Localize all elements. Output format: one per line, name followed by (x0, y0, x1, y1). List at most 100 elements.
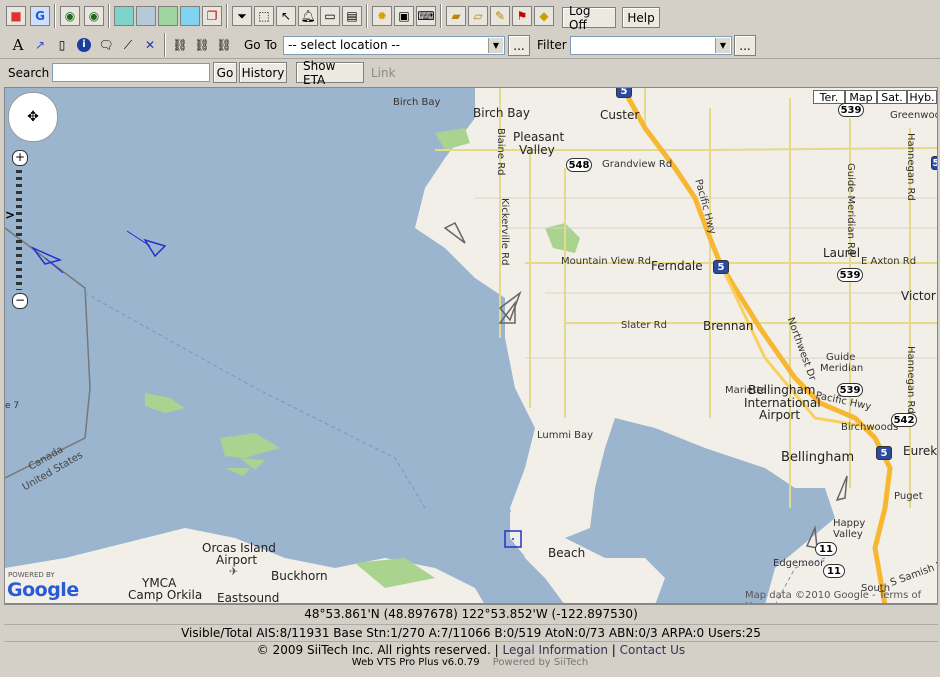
cursor-coordinates: 48°53.861'N (48.897678) 122°53.852'W (-1… (304, 607, 638, 621)
google-map-icon[interactable]: G (30, 6, 50, 26)
link-label[interactable]: Link (371, 66, 396, 80)
map-label: Eastsound (217, 591, 280, 604)
map-label: Lummi Bay (537, 430, 594, 441)
map-label: Slater Rd (621, 320, 667, 331)
map-label: Pleasant (513, 130, 565, 144)
search-input[interactable] (52, 63, 210, 82)
map-label: Birch Bay (393, 97, 441, 108)
link-3-icon[interactable]: ⛓ (214, 35, 234, 55)
map-type-hybrid[interactable]: Hyb. (907, 90, 937, 104)
map-label: Happy (833, 518, 866, 529)
device-icon[interactable]: ▯ (52, 35, 72, 55)
google-logo: Google (7, 579, 79, 601)
report-icon[interactable]: ▤ (342, 6, 362, 26)
chevron-down-icon[interactable]: ▼ (715, 38, 730, 53)
zoom-out-icon[interactable]: − (12, 293, 28, 309)
interstate-5-shield: 5 (713, 260, 729, 274)
history-button[interactable]: History (239, 62, 287, 83)
highway-11-shield: 11 (815, 542, 837, 556)
map-label: Greenwood (890, 110, 937, 121)
map-label: Bellingham (748, 383, 816, 397)
legal-information-link[interactable]: Legal Information (503, 643, 608, 657)
windows-overlap-icon[interactable]: ❐ (202, 6, 222, 26)
filter-icon[interactable]: ⏷ (232, 6, 252, 26)
status-panel: 48°53.861'N (48.897678) 122°53.852'W (-1… (4, 604, 938, 657)
pointer-icon[interactable]: ↖ (276, 6, 296, 26)
monitor-icon[interactable]: ▭ (320, 6, 340, 26)
goto-label: Go To (244, 38, 278, 52)
message-icon[interactable]: 🗨︎ (96, 35, 116, 55)
map-label: Custer (600, 108, 640, 122)
pan-arrows-icon[interactable]: ✥ (27, 109, 39, 125)
map-label: Guide (826, 352, 856, 363)
stack-icon[interactable]: ▣ (394, 6, 414, 26)
layer-1-icon[interactable] (114, 6, 134, 26)
map-label: Victor (901, 289, 936, 303)
goto-select[interactable]: -- select location -- ▼ (283, 36, 505, 55)
highway-11-shield: 11 (823, 564, 845, 578)
map-label: Grandview Rd (602, 159, 673, 170)
vessel-own-2[interactable] (126, 230, 167, 258)
map-label: Brennan (703, 319, 754, 333)
filter-more-button[interactable]: ... (734, 35, 756, 56)
main-toolbar: ■ G ◉ ◉ ❐ ⏷ ⬚ ↖ 🔔︎ ▭ ▤ ✹ ▣ ⌨ ▰ ▱ ✎ ⚑ ◆ L… (0, 0, 940, 33)
map-label: Eureka (903, 444, 937, 458)
link-2-icon[interactable]: ⛓ (192, 35, 212, 55)
layer-3-icon[interactable] (158, 6, 178, 26)
info-icon[interactable]: i (74, 35, 94, 55)
globe-2-icon[interactable]: ◉ (84, 6, 104, 26)
chevron-down-icon[interactable]: ▼ (488, 38, 503, 53)
map-label: Valley (833, 529, 863, 540)
map-type-map[interactable]: Map (845, 90, 877, 104)
text-tool-icon[interactable]: A (8, 35, 28, 55)
map-label: Buckhorn (271, 569, 328, 583)
map-label: Edgemoor (773, 558, 825, 569)
light-icon[interactable]: ✹ (372, 6, 392, 26)
select-area-icon[interactable]: ⬚ (254, 6, 274, 26)
map-label: Birchwoods (841, 422, 899, 433)
pencil-folder-icon[interactable]: ✎ (490, 6, 510, 26)
globe-1-icon[interactable]: ◉ (60, 6, 80, 26)
warning-icon[interactable]: ◆ (534, 6, 554, 26)
cross-icon[interactable]: ✕ (140, 35, 160, 55)
zoom-slider[interactable] (16, 170, 22, 290)
map-label: Airport (759, 408, 801, 422)
filter-select[interactable]: ▼ (570, 36, 732, 55)
map-label: Hannegan Rd (905, 346, 916, 414)
map-label: Beach (548, 546, 586, 560)
map-type-satellite[interactable]: Sat. (877, 90, 907, 104)
measure-icon[interactable]: ⟋ (118, 35, 138, 55)
map-label: Hannegan Rd (905, 133, 916, 201)
folder-open-icon[interactable]: ▰ (446, 6, 466, 26)
zoom-in-icon[interactable]: + (12, 150, 28, 166)
ferry-route (84, 292, 426, 509)
interstate-5-shield: 5 (931, 156, 937, 170)
layer-2-icon[interactable] (136, 6, 156, 26)
route-tool-icon[interactable]: ↗ (30, 35, 50, 55)
map-label: e 7 (5, 401, 20, 411)
help-button[interactable]: Help (622, 7, 660, 28)
highway-539-shield: 539 (837, 268, 863, 282)
map-label: Camp Orkila (128, 588, 203, 602)
contact-us-link[interactable]: Contact Us (620, 643, 686, 657)
search-go-button[interactable]: Go (213, 62, 237, 83)
map-label: Ferndale (651, 259, 703, 273)
search-label: Search (8, 66, 50, 80)
alarm-bell-icon[interactable]: 🔔︎ (298, 6, 318, 26)
zoom-handle-icon[interactable]: > (5, 208, 15, 222)
windows-logo-icon[interactable]: ■ (6, 6, 26, 26)
logoff-button[interactable]: Log Off (562, 4, 616, 32)
goto-more-button[interactable]: ... (508, 35, 530, 56)
map-type-terrain[interactable]: Ter. (813, 90, 845, 104)
folder-icon[interactable]: ▱ (468, 6, 488, 26)
vessel-counts: Visible/Total AIS:8/11931 Base Stn:1/270… (4, 624, 938, 640)
layer-4-icon[interactable] (180, 6, 200, 26)
version-text: Web VTS Pro Plus v6.0.79 (351, 657, 480, 668)
link-1-icon[interactable]: ⛓ (170, 35, 190, 55)
map-view[interactable]: ✈ ✥ + > − Ter. Map Sat. Hyb. Birch Bay B… (4, 87, 938, 604)
flag-icon[interactable]: ⚑ (512, 6, 532, 26)
map-attribution[interactable]: Map data ©2010 Google - Terms of Use (745, 590, 937, 603)
pan-control[interactable]: ✥ (8, 92, 58, 142)
keyboard-icon[interactable]: ⌨ (416, 6, 436, 26)
show-eta-button[interactable]: Show ETA (296, 59, 364, 87)
